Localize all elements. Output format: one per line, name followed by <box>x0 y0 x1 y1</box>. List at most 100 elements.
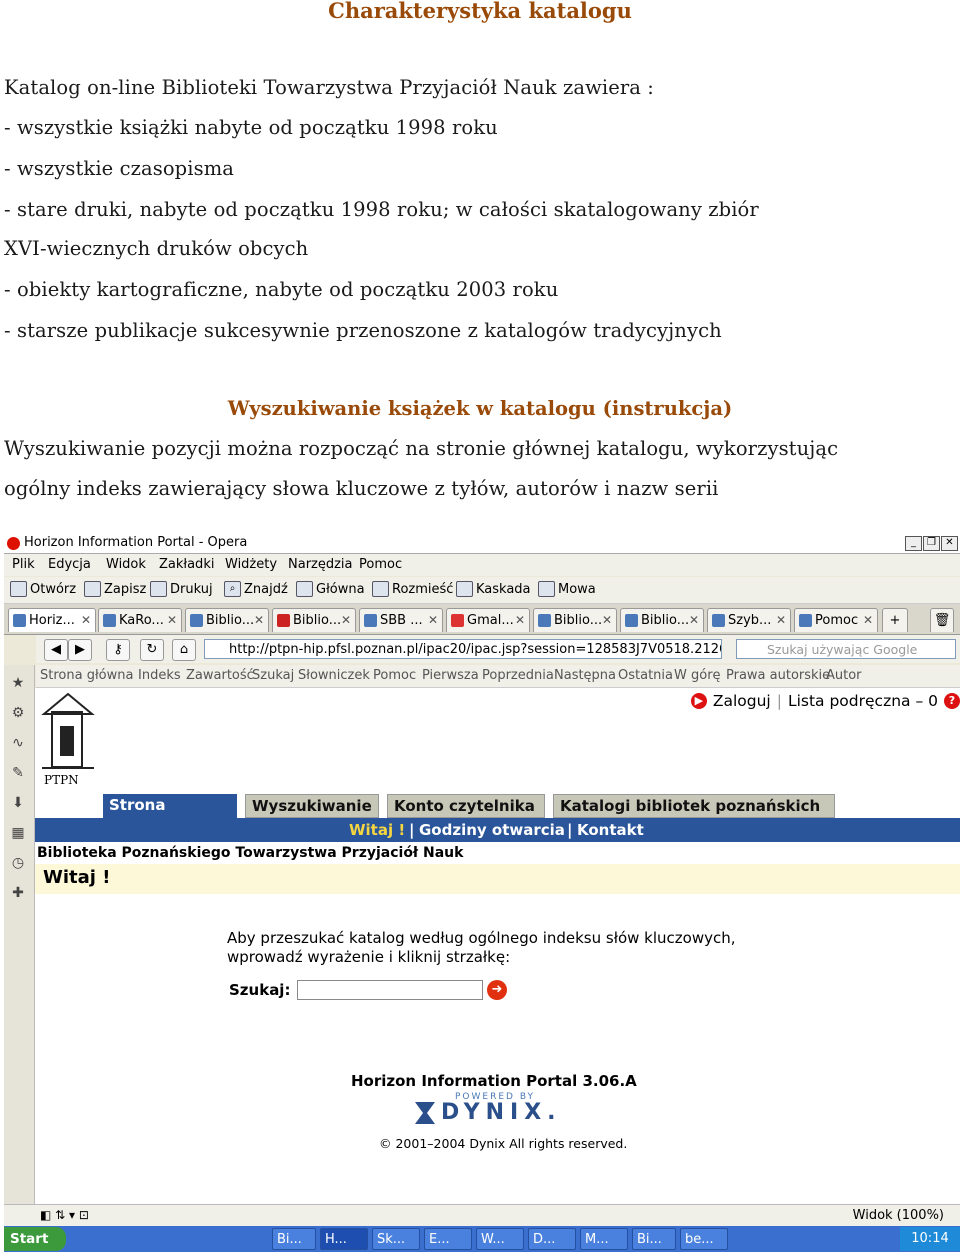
page-icon <box>277 614 290 627</box>
close-tab-icon[interactable]: ✕ <box>254 613 264 627</box>
tab-gmail[interactable]: Gmal... ✕ <box>446 608 530 632</box>
taskbar-button[interactable]: W... <box>476 1228 524 1250</box>
tile-icon <box>372 581 389 597</box>
close-tab-icon[interactable]: ✕ <box>863 613 873 627</box>
cascade-button[interactable]: Kaskada <box>456 581 531 597</box>
arrow-right-icon[interactable]: ➜ <box>487 980 507 1000</box>
address-toolbar: ◀ ▶ ⚷ ↻ ⌂ http://ptpn-hip.pfsl.poznan.pl… <box>36 635 960 663</box>
menu-tools[interactable]: Narzędzia <box>288 557 353 572</box>
close-tab-icon[interactable]: ✕ <box>428 613 438 627</box>
menu-widgets[interactable]: Widżety <box>225 557 277 572</box>
close-tab-icon[interactable]: ✕ <box>167 613 177 627</box>
help-icon[interactable]: ? <box>944 693 960 709</box>
tab-biblio[interactable]: Biblio... ✕ <box>272 608 356 632</box>
nav-next[interactable]: Następna <box>554 668 616 683</box>
taskbar-button[interactable]: E... <box>424 1228 472 1250</box>
notes-panel-icon[interactable]: ✎ <box>10 765 26 781</box>
taskbar-button[interactable]: Bi... <box>632 1228 676 1250</box>
tab-pomoc[interactable]: Pomoc ✕ <box>794 608 878 632</box>
taskbar-button[interactable]: D... <box>528 1228 576 1250</box>
taskbar-button[interactable]: Bi... <box>272 1228 316 1250</box>
tab-biblio[interactable]: Biblio... ✕ <box>185 608 269 632</box>
print-button[interactable]: Drukuj <box>150 581 213 597</box>
nav-glossary[interactable]: Słowniczek <box>298 668 370 683</box>
start-button[interactable]: Start <box>4 1227 66 1251</box>
search-input[interactable] <box>297 980 483 1000</box>
subnav-welcome[interactable]: Witaj ! <box>349 821 405 839</box>
nav-previous[interactable]: Poprzednia <box>482 668 554 683</box>
tab-szyb[interactable]: Szyb... ✕ <box>707 608 791 632</box>
widgets-panel-icon[interactable]: ⚙ <box>10 705 26 721</box>
trash-icon[interactable]: 🗑 <box>930 608 954 632</box>
tab-horizon[interactable]: Horiz... ✕ <box>8 608 96 632</box>
open-button[interactable]: Otwórz <box>10 581 76 597</box>
tab-karo[interactable]: KaRo... ✕ <box>98 608 182 632</box>
taskbar-button[interactable]: be... <box>680 1228 728 1250</box>
tab-search[interactable]: Wyszukiwanie <box>245 794 379 818</box>
close-tab-icon[interactable]: ✕ <box>602 613 612 627</box>
welcome-bar: Witaj ! <box>35 864 960 894</box>
nav-home[interactable]: Strona główna <box>40 668 133 683</box>
tab-biblio[interactable]: Biblio... ✕ <box>533 608 617 632</box>
voice-button[interactable]: Mowa <box>538 581 596 597</box>
status-icons: ◧ ⇅ ▾ ⊡ <box>40 1208 89 1222</box>
add-panel-icon[interactable]: ✚ <box>10 885 26 901</box>
google-search-input[interactable]: Szukaj używając Google <box>736 639 956 659</box>
nav-search[interactable]: Szukaj <box>252 668 294 683</box>
tab-account[interactable]: Konto czytelnika <box>387 794 545 818</box>
reload-button[interactable]: ↻ <box>140 639 164 661</box>
zoom-level[interactable]: Widok (100%) <box>853 1208 944 1223</box>
subnav-hours[interactable]: Godziny otwarcia <box>419 821 565 839</box>
tab-sbb[interactable]: SBB ... ✕ <box>359 608 443 632</box>
close-tab-icon[interactable]: ✕ <box>689 613 699 627</box>
menu-bookmarks[interactable]: Zakładki <box>159 557 214 572</box>
address-field[interactable]: http://ptpn-hip.pfsl.poznan.pl/ipac20/ip… <box>204 639 722 659</box>
close-tab-icon[interactable]: ✕ <box>341 613 351 627</box>
downloads-panel-icon[interactable]: ⬇ <box>10 795 26 811</box>
login-link[interactable]: Zaloguj <box>713 692 771 710</box>
nav-contents[interactable]: Zawartość <box>186 668 254 683</box>
tile-button[interactable]: Rozmieść <box>372 581 453 597</box>
forward-button[interactable]: ▶ <box>68 639 92 661</box>
save-button[interactable]: Zapisz <box>84 581 146 597</box>
tab-home[interactable]: Strona główna <box>103 794 237 837</box>
menu-help[interactable]: Pomoc <box>359 557 402 572</box>
nav-first[interactable]: Pierwsza <box>422 668 479 683</box>
nav-up[interactable]: W górę <box>674 668 721 683</box>
new-tab-button[interactable]: + <box>882 608 908 632</box>
restore-button[interactable]: ❐ <box>923 536 940 551</box>
nav-last[interactable]: Ostatnia <box>618 668 673 683</box>
taskbar-button[interactable]: H... <box>320 1228 368 1250</box>
windows-panel-icon[interactable]: ▦ <box>10 825 26 841</box>
subnav-contact[interactable]: Kontakt <box>577 821 644 839</box>
nav-author[interactable]: Autor <box>826 668 862 683</box>
play-icon: ▶ <box>690 693 707 709</box>
find-button[interactable]: ⌕ Znajdź <box>224 581 288 597</box>
menu-file[interactable]: Plik <box>12 557 35 572</box>
home-icon[interactable]: ⌂ <box>172 639 196 661</box>
tab-biblio[interactable]: Biblio... ✕ <box>620 608 704 632</box>
close-tab-icon[interactable]: ✕ <box>81 613 91 627</box>
close-button[interactable]: ✕ <box>941 536 958 551</box>
welcome-heading: Witaj ! <box>43 867 111 888</box>
nav-copyright[interactable]: Prawa autorskie <box>726 668 830 683</box>
bookmarks-panel-icon[interactable]: ★ <box>10 675 26 691</box>
close-tab-icon[interactable]: ✕ <box>776 613 786 627</box>
key-icon[interactable]: ⚷ <box>106 639 130 661</box>
copyright: © 2001–2004 Dynix All rights reserved. <box>379 1136 628 1151</box>
taskbar-button[interactable]: M... <box>580 1228 628 1250</box>
nav-index[interactable]: Indeks <box>138 668 181 683</box>
printer-icon <box>150 581 167 597</box>
menu-edit[interactable]: Edycja <box>48 557 91 572</box>
minimize-button[interactable]: _ <box>905 536 922 551</box>
bookbag-link[interactable]: Lista podręczna – 0 <box>788 692 938 710</box>
menu-view[interactable]: Widok <box>106 557 146 572</box>
close-tab-icon[interactable]: ✕ <box>515 613 525 627</box>
nav-help[interactable]: Pomoc <box>373 668 416 683</box>
tab-catalogs[interactable]: Katalogi bibliotek poznańskich <box>553 794 835 818</box>
history-panel-icon[interactable]: ◷ <box>10 855 26 871</box>
taskbar-button[interactable]: Sk... <box>372 1228 420 1250</box>
home-button[interactable]: Główna <box>296 581 365 597</box>
back-button[interactable]: ◀ <box>44 639 68 661</box>
feeds-panel-icon[interactable]: ∿ <box>10 735 26 751</box>
